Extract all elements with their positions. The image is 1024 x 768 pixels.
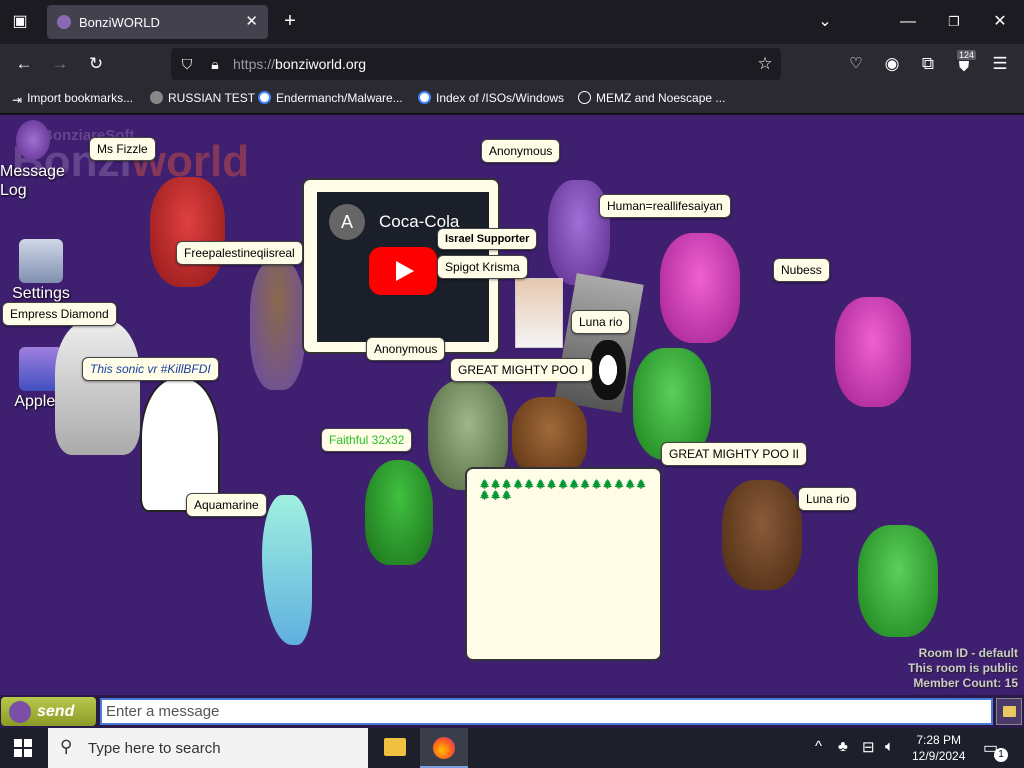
user-name-label: Human=reallifesaiyan xyxy=(599,194,731,218)
settings-shortcut[interactable]: Settings xyxy=(6,239,76,303)
bookmark-isos[interactable]: Index of /ISOs/Windows xyxy=(418,91,564,105)
notification-count: 1 xyxy=(994,748,1008,762)
tab-bonziworld[interactable]: BonziWORLD ✕ xyxy=(47,5,268,39)
user-name-label: Luna rio xyxy=(798,487,858,511)
bonziworld-page: BonziareSoft Bonziworld Message Log Sett… xyxy=(0,115,1024,695)
user-name-label: Spigot Krisma xyxy=(437,255,528,279)
search-icon: ⚲ xyxy=(60,737,73,756)
bearded-man-sprite[interactable] xyxy=(250,260,305,390)
white-character-sprite[interactable] xyxy=(140,377,220,512)
address-bar[interactable]: ⛉ 🔒︎ https://bonziworld.org ☆ xyxy=(171,48,781,80)
user-name-label: Faithful 32x32 xyxy=(321,428,413,452)
bookmark-import[interactable]: ⇥ Import bookmarks... xyxy=(12,91,133,107)
forward-arrow-icon[interactable]: → xyxy=(49,54,71,74)
user-name-label: Anonymous xyxy=(366,337,446,361)
empress-diamond-sprite[interactable] xyxy=(55,320,140,455)
file-explorer-icon[interactable] xyxy=(384,738,406,756)
user-name-label: Empress Diamond xyxy=(2,302,117,326)
menu-hamburger-icon[interactable]: ☰ xyxy=(989,54,1011,74)
tab-close-icon[interactable]: ✕ xyxy=(245,12,258,30)
back-arrow-icon[interactable]: ← xyxy=(13,54,35,74)
chat-bubble: 🌲🌲🌲🌲🌲🌲🌲🌲🌲🌲🌲🌲🌲🌲🌲🌲🌲🌲 xyxy=(465,467,662,661)
pocket-icon[interactable]: ♡ xyxy=(845,54,867,74)
bonzi-send-icon xyxy=(9,701,31,723)
chevron-up-icon[interactable]: ^ xyxy=(815,738,822,755)
user-name-label: Freepalestineqiisreal xyxy=(176,241,303,265)
portrait-sprite[interactable] xyxy=(515,278,563,348)
user-name-label: Luna rio xyxy=(571,310,631,334)
taskbar-search[interactable]: ⚲ Type here to search xyxy=(48,728,368,768)
message-input[interactable] xyxy=(100,698,993,725)
bookmark-memz[interactable]: MEMZ and Noescape ... xyxy=(578,91,725,105)
extensions-icon[interactable]: ⧉ xyxy=(917,54,939,74)
pink-bonzi-sprite[interactable] xyxy=(835,297,911,407)
user-name-label: This sonic vr #KillBFDI xyxy=(82,357,219,381)
reload-icon[interactable]: ↻ xyxy=(85,54,107,74)
lock-icon[interactable]: 🔒︎ xyxy=(204,54,226,74)
firefox-icon xyxy=(433,737,455,759)
pink-bonzi-sprite[interactable] xyxy=(660,233,740,343)
tab-title: BonziWORLD xyxy=(79,15,160,30)
tab-overview-icon[interactable]: ▣ xyxy=(10,12,30,32)
site-favicon-icon xyxy=(150,91,163,104)
windows-taskbar: ⚲ Type here to search ^ ♣ ⊟ 🔈︎ 7:28 PM 1… xyxy=(0,728,1024,768)
room-info: Room ID - default This room is public Me… xyxy=(907,646,1018,690)
bookmark-endermanch[interactable]: Endermanch/Malware... xyxy=(258,91,403,105)
computer-settings-icon xyxy=(19,239,63,283)
chat-bar: send xyxy=(0,695,1024,728)
volume-icon[interactable]: 🔈︎ xyxy=(885,738,894,755)
user-name-label: Nubess xyxy=(773,258,830,282)
youtube-play-icon[interactable] xyxy=(369,247,437,295)
bonzi-favicon-icon xyxy=(57,15,71,29)
tux-penguin-sprite[interactable] xyxy=(590,340,626,400)
folder-icon[interactable] xyxy=(996,698,1022,725)
bonzi-chat-icon xyxy=(16,120,50,160)
new-tab-icon[interactable]: + xyxy=(279,11,301,31)
send-button[interactable]: send xyxy=(1,697,96,726)
brown-bonzi-sprite[interactable] xyxy=(722,480,802,590)
user-name-label: Ms Fizzle xyxy=(89,137,156,161)
account-icon[interactable]: ◉ xyxy=(881,54,903,74)
globe-icon xyxy=(578,91,591,104)
green-bonzi-sprite[interactable] xyxy=(858,525,938,637)
bubble-text: 🌲🌲🌲🌲🌲🌲🌲🌲🌲🌲🌲🌲🌲🌲🌲🌲🌲🌲 xyxy=(479,479,648,500)
google-icon xyxy=(418,91,431,104)
bookmarks-toolbar: ⇥ Import bookmarks... RUSSIAN TEST Enderm… xyxy=(0,84,1024,114)
parrot-sprite[interactable] xyxy=(365,460,433,565)
url-text: https://bonziworld.org xyxy=(233,56,367,72)
windows-start-icon[interactable] xyxy=(14,739,32,757)
user-name-label: Israel Supporter xyxy=(437,228,538,250)
bonzi-tray-icon[interactable]: ♣ xyxy=(838,738,848,755)
extension-badge: 124 xyxy=(957,50,977,60)
shield-icon[interactable]: ⛉ xyxy=(176,54,198,74)
brown-bonzi-sprite[interactable] xyxy=(512,397,587,477)
close-window-icon[interactable]: ✕ xyxy=(990,12,1010,32)
network-icon[interactable]: ⊟ xyxy=(862,738,875,756)
firefox-taskbar-button[interactable] xyxy=(420,728,468,768)
restore-icon[interactable]: ❐ xyxy=(944,12,964,32)
message-log-shortcut[interactable]: Message Log xyxy=(0,120,66,200)
mermaid-sprite[interactable] xyxy=(262,495,312,645)
minimize-icon[interactable]: — xyxy=(898,12,918,32)
channel-avatar: A xyxy=(329,204,365,240)
import-icon: ⇥ xyxy=(12,93,23,107)
user-name-label: Aquamarine xyxy=(186,493,267,517)
system-clock[interactable]: 7:28 PM 12/9/2024 xyxy=(912,732,965,764)
tab-bar: ▣ BonziWORLD ✕ + ⌄ — ❐ ✕ xyxy=(0,0,1024,44)
user-name-label: GREAT MIGHTY POO II xyxy=(661,442,808,466)
red-bonzi-sprite[interactable] xyxy=(150,177,225,287)
user-name-label: GREAT MIGHTY POO I xyxy=(450,358,593,382)
user-name-label: Anonymous xyxy=(481,139,561,163)
bookmark-russian-test[interactable]: RUSSIAN TEST xyxy=(150,91,255,105)
nav-bar: ← → ↻ ⛉ 🔒︎ https://bonziworld.org ☆ ♡ ◉ … xyxy=(0,44,1024,84)
chevron-down-icon[interactable]: ⌄ xyxy=(815,12,835,32)
bookmark-star-icon[interactable]: ☆ xyxy=(754,54,776,74)
google-icon xyxy=(258,91,271,104)
